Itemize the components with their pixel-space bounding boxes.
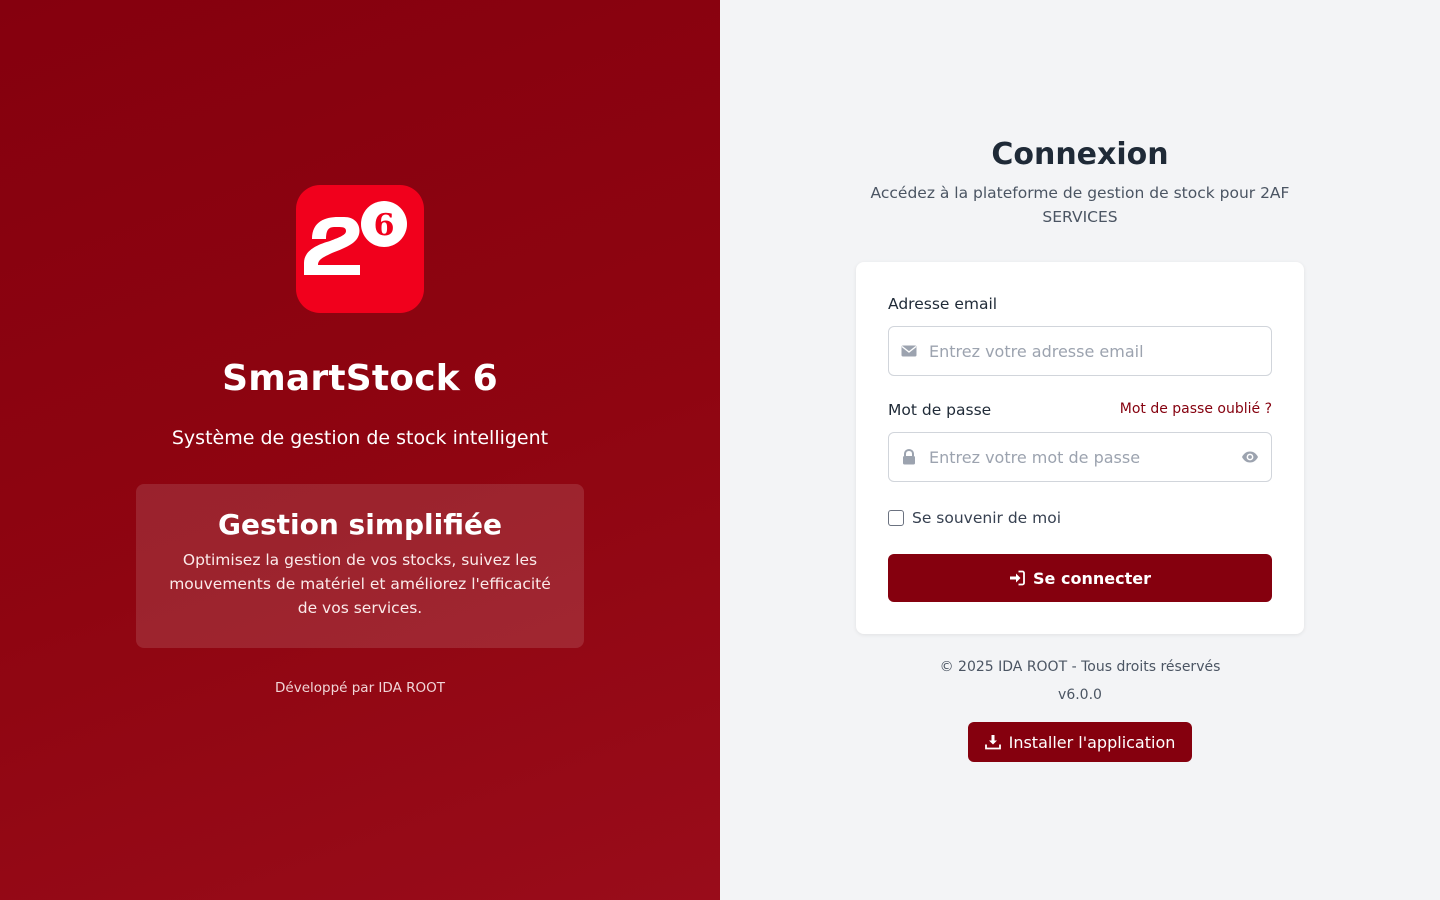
copyright: © 2025 IDA ROOT - Tous droits réservés [939,659,1221,675]
logo-mark: 6 [304,201,407,275]
page-subtitle: Accédez à la plateforme de gestion de st… [870,184,1290,226]
app-tagline: Système de gestion de stock intelligent [171,427,549,449]
password-field[interactable] [929,433,1229,481]
sign-in-icon [1010,570,1025,586]
install-button-label: Installer l'application [1008,732,1176,752]
lock-icon [903,449,915,465]
remember-checkbox[interactable] [888,510,904,526]
email-input-wrapper [888,326,1272,376]
app-version: v6.0.0 [1058,687,1102,703]
branding-panel: 6 SmartStock 6 Système de gestion de sto… [0,0,720,900]
eye-icon[interactable] [1241,449,1259,465]
developer-credit: Développé par IDA ROOT [275,680,445,696]
download-icon [984,735,1001,750]
login-panel: Connexion Accédez à la plateforme de ges… [720,0,1440,900]
forgot-password-link[interactable]: Mot de passe oublié ? [1120,401,1272,417]
login-form: Adresse email Mot de passe Mot de passe … [856,262,1304,634]
feature-card: Gestion simplifiée Optimisez la gestion … [136,484,584,648]
password-label: Mot de passe [888,401,992,419]
app-logo: 6 [296,185,424,313]
app-name: SmartStock 6 [222,358,498,399]
login-button-label: Se connecter [1033,568,1151,588]
password-input-wrapper [888,432,1272,482]
email-field[interactable] [929,327,1229,375]
email-label: Adresse email [888,295,998,313]
install-app-button[interactable]: Installer l'application [968,722,1192,762]
logo-superscript: 6 [374,208,395,243]
page-title: Connexion [991,137,1169,172]
remember-me[interactable]: Se souvenir de moi [888,508,1061,528]
feature-title: Gestion simplifiée [218,508,502,541]
envelope-icon [901,345,917,357]
remember-label[interactable]: Se souvenir de moi [912,509,1061,527]
feature-text: Optimisez la gestion de vos stocks, suiv… [169,551,551,617]
login-button[interactable]: Se connecter [888,554,1272,602]
